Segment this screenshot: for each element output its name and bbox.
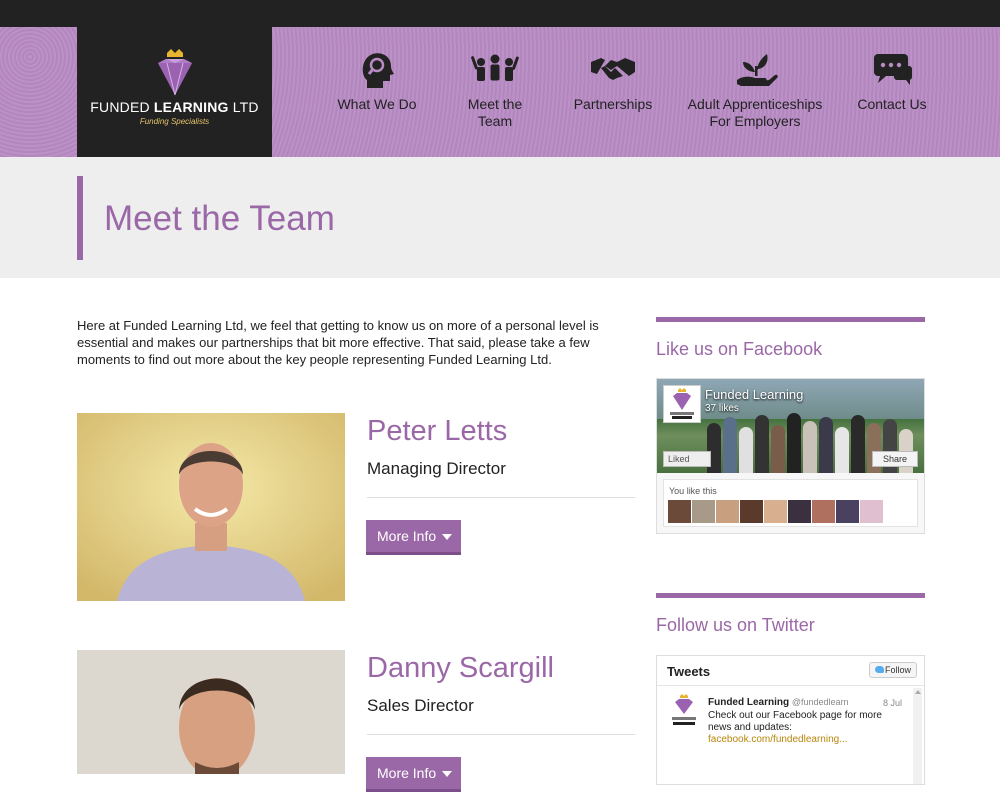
- head-search-icon: [362, 53, 394, 88]
- twitter-scrollbar[interactable]: [913, 688, 922, 784]
- tweet-body: Check out our Facebook page for more new…: [708, 710, 882, 733]
- tweet-author[interactable]: Funded Learning @fundedlearn: [708, 697, 849, 708]
- avatar[interactable]: [716, 500, 739, 523]
- twitter-follow-label: Follow: [884, 665, 911, 675]
- avatar[interactable]: [860, 500, 883, 523]
- sidebar-rule: [656, 593, 925, 598]
- facebook-friends-panel: You like this: [663, 479, 918, 527]
- caret-down-icon: [442, 534, 452, 540]
- twitter-widget-header: Tweets Follow: [657, 656, 924, 686]
- member-role: Managing Director: [367, 459, 506, 478]
- caret-down-icon: [442, 771, 452, 777]
- member-role: Sales Director: [367, 696, 474, 715]
- tweet-link[interactable]: facebook.com/fundedlearning...: [708, 734, 848, 745]
- logo-text-suffix: LTD: [228, 99, 259, 115]
- member-photo-peter: [77, 413, 345, 601]
- nav-meet-the-team[interactable]: Meet the Team: [449, 50, 541, 130]
- site-logo[interactable]: FUNDED LEARNING LTD Funding Specialists: [77, 27, 272, 157]
- tweet-date[interactable]: 8 Jul: [883, 698, 902, 708]
- facebook-liked-button[interactable]: Liked: [663, 451, 711, 467]
- facebook-widget[interactable]: Funded Learning 37 likes Liked Share You…: [656, 378, 925, 534]
- more-info-button[interactable]: More Info: [366, 520, 461, 555]
- site-header: FUNDED LEARNING LTD Funding Specialists …: [0, 27, 1000, 157]
- funded-learning-avatar: [672, 694, 696, 725]
- more-info-button[interactable]: More Info: [366, 757, 461, 792]
- facebook-share-button[interactable]: Share: [872, 451, 918, 467]
- nav-label-meet-the-team: Meet the Team: [467, 96, 523, 129]
- logo-text: FUNDED LEARNING LTD: [77, 99, 272, 115]
- chat-bubbles-icon: [874, 54, 912, 85]
- page-banner: Meet the Team: [0, 157, 1000, 278]
- twitter-widget: Tweets Follow Funded Learning @fundedlea…: [656, 655, 925, 785]
- nav-label-adult-apprenticeships-line1: Adult Apprenticeships: [687, 96, 823, 112]
- avatar[interactable]: [764, 500, 787, 523]
- twitter-follow-button[interactable]: Follow: [869, 662, 917, 678]
- nav-partnerships[interactable]: Partnerships: [573, 50, 653, 113]
- nav-label-what-we-do: What We Do: [337, 96, 417, 112]
- nav-what-we-do[interactable]: What We Do: [337, 50, 417, 113]
- facebook-heading: Like us on Facebook: [656, 339, 823, 359]
- facebook-page-logo: [663, 385, 701, 423]
- nav-contact-us[interactable]: Contact Us: [856, 50, 928, 113]
- twitter-widget-title: Tweets: [667, 664, 711, 679]
- facebook-liked-label: Liked: [668, 454, 690, 464]
- portrait-photo: [77, 650, 345, 774]
- divider: [367, 734, 635, 735]
- diamond-crown-icon: [670, 388, 694, 419]
- intro-paragraph: Here at Funded Learning Ltd, we feel tha…: [77, 318, 599, 367]
- more-info-label: More Info: [377, 528, 437, 544]
- tweet-author-name: Funded Learning: [708, 697, 790, 708]
- nav-adult-apprenticeships[interactable]: Adult Apprenticeships For Employers: [686, 50, 824, 130]
- plant-hand-icon: [737, 54, 778, 86]
- avatar[interactable]: [788, 500, 811, 523]
- member-name: Danny Scargill: [367, 652, 554, 684]
- team-icon: [471, 54, 519, 81]
- facebook-share-label: Share: [882, 454, 908, 464]
- avatar[interactable]: [836, 500, 859, 523]
- member-photo-danny: [77, 650, 345, 774]
- handshake-icon: [591, 58, 635, 80]
- avatar[interactable]: [812, 500, 835, 523]
- logo-tagline: Funding Specialists: [139, 117, 210, 126]
- tweet-handle: @fundedlearn: [791, 697, 849, 707]
- nav-label-contact-us: Contact Us: [857, 96, 927, 112]
- top-bar: [0, 0, 1000, 27]
- avatar[interactable]: [692, 500, 715, 523]
- scroll-up-arrow-icon[interactable]: [915, 690, 921, 694]
- nav-label-partnerships: Partnerships: [573, 96, 653, 112]
- facebook-page-name[interactable]: Funded Learning: [705, 387, 803, 402]
- page-title: Meet the Team: [104, 199, 335, 238]
- more-info-label: More Info: [377, 765, 437, 781]
- logo-text-bold: LEARNING: [153, 99, 229, 115]
- nav-label-adult-apprenticeships-line2: For Employers: [709, 113, 801, 129]
- avatar[interactable]: [740, 500, 763, 523]
- sidebar-rule: [656, 317, 925, 322]
- avatar[interactable]: [668, 500, 691, 523]
- twitter-bird-icon: [875, 666, 884, 673]
- facebook-like-count: 37 likes: [705, 403, 739, 414]
- member-name: Peter Letts: [367, 415, 508, 447]
- divider: [367, 497, 635, 498]
- twitter-heading: Follow us on Twitter: [656, 615, 815, 635]
- logo-text-light: FUNDED: [90, 99, 154, 115]
- portrait-photo: [77, 413, 345, 601]
- banner-accent-bar: [77, 176, 83, 260]
- tweet-text: Check out our Facebook page for more new…: [708, 710, 898, 746]
- diamond-crown-icon: [158, 49, 192, 96]
- facebook-friend-avatars: [668, 500, 884, 528]
- facebook-you-like-this: You like this: [669, 486, 717, 496]
